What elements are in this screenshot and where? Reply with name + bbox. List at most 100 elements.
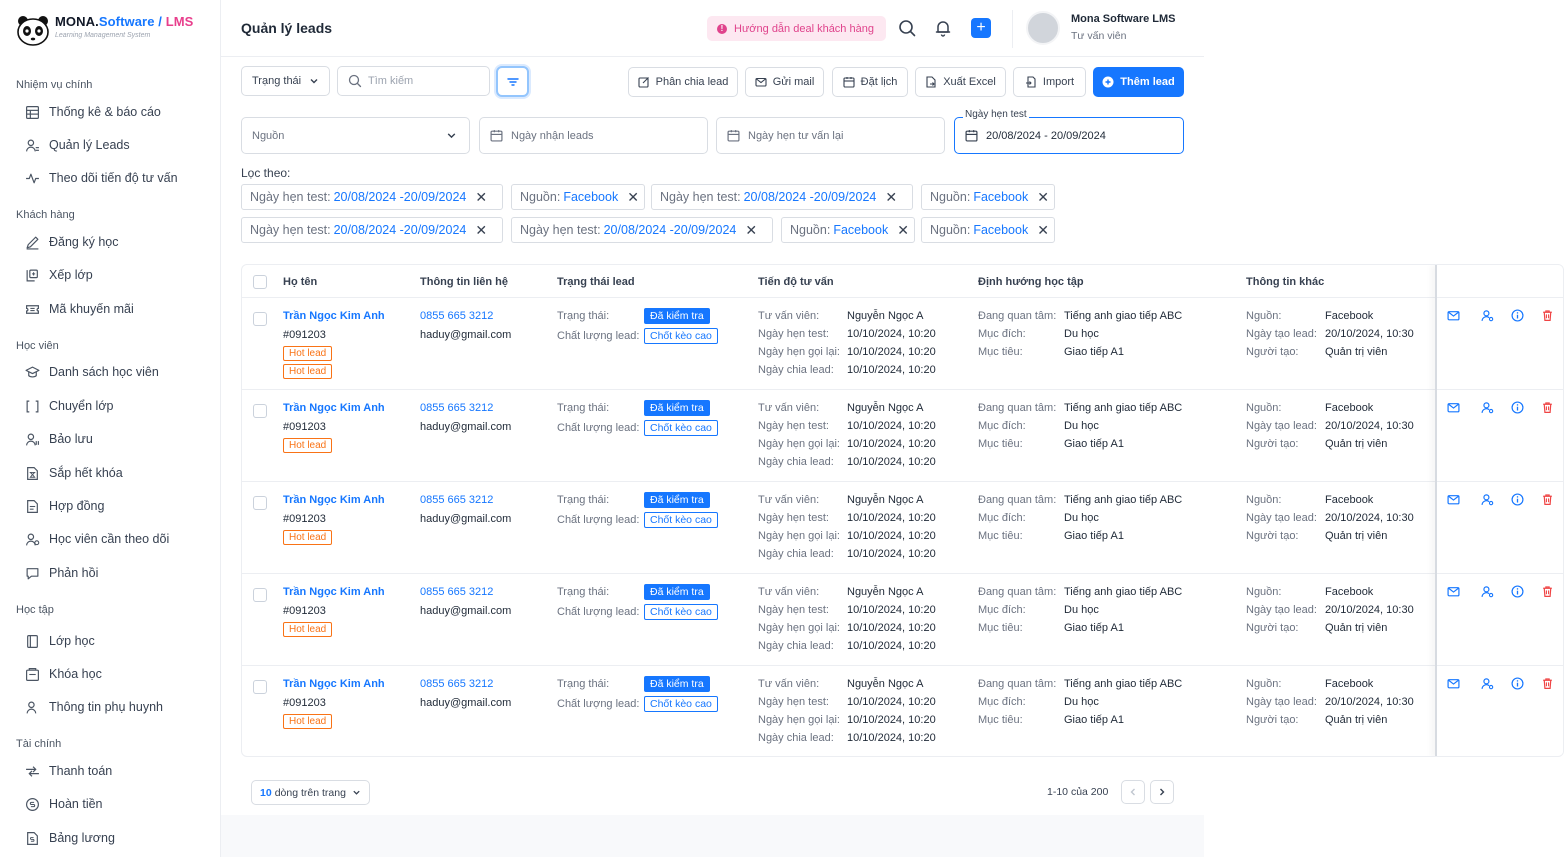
trash-icon[interactable] (1540, 492, 1554, 506)
source-select[interactable]: Nguồn (241, 117, 470, 154)
prev-page-button[interactable] (1121, 780, 1145, 804)
column-header[interactable]: Tiến độ tư vấn (758, 265, 834, 298)
info-icon[interactable] (1510, 492, 1524, 506)
info-icon[interactable] (1510, 400, 1524, 414)
lead-code: #091203 (283, 697, 326, 709)
user-settings-icon[interactable] (1480, 584, 1494, 598)
progress-value: 10/10/2024, 10:20 (847, 622, 936, 634)
select-all-checkbox[interactable] (253, 275, 267, 289)
avatar[interactable] (1026, 11, 1060, 45)
quick-add-button[interactable]: + (971, 18, 991, 38)
close-icon[interactable]: ✕ (745, 222, 757, 239)
row-checkbox[interactable] (253, 496, 267, 510)
sidebar-item-4-1[interactable]: Hoàn tiền (24, 796, 103, 812)
sidebar-item-0-0[interactable]: Thống kê & báo cáo (24, 104, 161, 120)
info-icon[interactable] (1510, 308, 1524, 322)
user-settings-icon[interactable] (1480, 676, 1494, 690)
column-header[interactable]: Thông tin khác (1246, 265, 1324, 298)
sidebar-item-2-4[interactable]: Hợp đồng (24, 498, 104, 514)
other-info-value: Facebook (1325, 494, 1374, 506)
row-checkbox[interactable] (253, 312, 267, 326)
search-icon[interactable] (897, 18, 917, 38)
sidebar-item-2-6[interactable]: Phản hồi (24, 565, 98, 581)
status-select[interactable]: Trạng thái (241, 66, 330, 96)
top-header: Quản lý leads ! Hướng dẫn deal khách hàn… (221, 0, 1204, 57)
column-header[interactable]: Họ tên (283, 265, 317, 298)
row-checkbox[interactable] (253, 404, 267, 418)
calendar-icon (965, 129, 978, 142)
trash-icon[interactable] (1540, 676, 1554, 690)
sidebar-item-2-3[interactable]: Sắp hết khóa (24, 465, 123, 481)
lead-phone[interactable]: 0855 665 3212 (420, 402, 493, 414)
column-header[interactable]: Thông tin liên hệ (420, 265, 508, 298)
column-header[interactable]: Trạng thái lead (557, 265, 635, 298)
close-icon[interactable]: ✕ (1037, 189, 1049, 206)
user-settings-icon[interactable] (1480, 400, 1494, 414)
user-settings-icon[interactable] (1480, 308, 1494, 322)
close-icon[interactable]: ✕ (627, 189, 639, 206)
lead-phone[interactable]: 0855 665 3212 (420, 310, 493, 322)
other-info-value: Facebook (1325, 586, 1374, 598)
sidebar-item-2-2[interactable]: Bảo lưu (24, 431, 93, 447)
bell-icon[interactable] (933, 18, 953, 38)
lead-phone[interactable]: 0855 665 3212 (420, 678, 493, 690)
trash-icon[interactable] (1540, 400, 1554, 414)
sidebar-item-1-0[interactable]: Đăng ký học (24, 234, 118, 250)
row-checkbox[interactable] (253, 680, 267, 694)
mail-icon[interactable] (1446, 400, 1460, 414)
sidebar-item-3-0[interactable]: Lớp học (24, 633, 95, 649)
sidebar-item-0-2[interactable]: Theo dõi tiến độ tư vấn (24, 170, 178, 186)
close-icon[interactable]: ✕ (885, 189, 897, 206)
column-header[interactable]: Định hướng học tập (978, 265, 1084, 298)
sidebar-item-2-1[interactable]: Chuyển lớp (24, 398, 113, 414)
close-icon[interactable]: ✕ (475, 189, 487, 206)
sidebar-item-3-2[interactable]: Thông tin phụ huynh (24, 699, 163, 715)
filter-button[interactable] (496, 66, 529, 97)
import-button[interactable]: Import (1013, 67, 1086, 97)
progress-value: 10/10/2024, 10:20 (847, 364, 936, 376)
info-icon[interactable] (1510, 676, 1524, 690)
next-page-button[interactable] (1150, 780, 1174, 804)
lead-name-link[interactable]: Trần Ngọc Kim Anh (283, 678, 385, 690)
lead-name-link[interactable]: Trần Ngọc Kim Anh (283, 494, 385, 506)
mail-icon[interactable] (1446, 492, 1460, 506)
sidebar-item-4-0[interactable]: Thanh toán (24, 763, 112, 779)
lead-phone[interactable]: 0855 665 3212 (420, 494, 493, 506)
search-field[interactable] (337, 66, 490, 96)
add-lead-button[interactable]: Thêm lead (1093, 67, 1184, 97)
lead-name-link[interactable]: Trần Ngọc Kim Anh (283, 586, 385, 598)
test-date-field[interactable]: 20/08/2024 - 20/09/2024 (954, 117, 1184, 154)
trash-icon[interactable] (1540, 584, 1554, 598)
search-input[interactable] (368, 75, 488, 87)
mail-icon[interactable] (1446, 584, 1460, 598)
user-settings-icon[interactable] (1480, 492, 1494, 506)
lead-name-link[interactable]: Trần Ngọc Kim Anh (283, 310, 385, 322)
sidebar-item-2-0[interactable]: Danh sách học viên (24, 364, 159, 380)
sidebar-item-2-5[interactable]: Học viên cần theo dõi (24, 531, 169, 547)
trash-icon[interactable] (1540, 308, 1554, 322)
send-mail-button[interactable]: Gửi mail (745, 67, 824, 97)
mail-icon[interactable] (1446, 308, 1460, 322)
lead-phone[interactable]: 0855 665 3212 (420, 586, 493, 598)
schedule-button[interactable]: Đặt lịch (832, 67, 908, 97)
info-icon[interactable] (1510, 584, 1524, 598)
deal-guide-button[interactable]: ! Hướng dẫn deal khách hàng (707, 16, 886, 41)
assign-lead-button[interactable]: Phân chia lead (628, 67, 738, 97)
progress-label: Ngày hẹn gọi lại: (758, 622, 840, 634)
sidebar-item-1-1[interactable]: Xếp lớp (24, 267, 93, 283)
export-excel-button[interactable]: Xuất Excel (915, 67, 1006, 97)
close-icon[interactable]: ✕ (475, 222, 487, 239)
sidebar-item-3-1[interactable]: Khóa học (24, 666, 102, 682)
mail-icon[interactable] (1446, 676, 1460, 690)
sidebar-item-0-1[interactable]: Quản lý Leads (24, 137, 130, 153)
received-date-field[interactable]: Ngày nhận leads (479, 117, 708, 154)
lead-name-link[interactable]: Trần Ngọc Kim Anh (283, 402, 385, 414)
page-size-select[interactable]: 10 dòng trên trang (251, 780, 370, 805)
logo[interactable]: MONA.Software / LMS Learning Management … (16, 14, 193, 46)
close-icon[interactable]: ✕ (897, 222, 909, 239)
sidebar-item-4-2[interactable]: Bảng lương (24, 830, 115, 846)
sidebar-item-1-2[interactable]: Mã khuyến mãi (24, 301, 134, 317)
close-icon[interactable]: ✕ (1037, 222, 1049, 239)
row-checkbox[interactable] (253, 588, 267, 602)
callback-date-field[interactable]: Ngày hẹn tư vấn lại (716, 117, 945, 154)
